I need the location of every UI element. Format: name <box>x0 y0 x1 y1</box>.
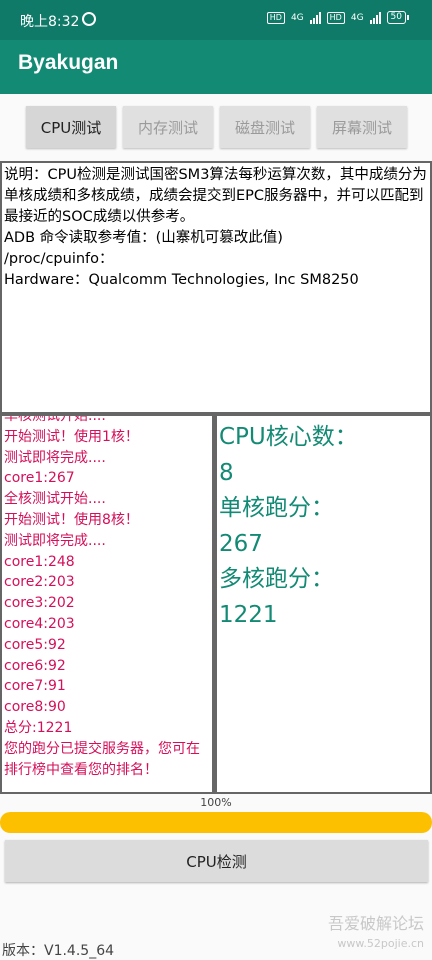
log-line: core4:203 <box>4 615 75 632</box>
log-line: core1:248 <box>4 553 75 570</box>
cpuinfo-path: /proc/cpuinfo： <box>4 251 114 267</box>
hd-icon: HD <box>326 11 345 24</box>
multi-core-score: 1221 <box>219 601 278 628</box>
progress-percent: 100% <box>200 796 232 809</box>
tab-disk-test[interactable]: 磁盘测试 <box>220 106 310 148</box>
watermark-url: www.52pojie.cn <box>337 937 424 950</box>
status-bar: 晚上8:32 HD 4G HD 4G 50 <box>0 0 432 40</box>
multi-core-label: 多核跑分： <box>219 566 334 592</box>
network-type-label: 4G <box>290 12 304 23</box>
log-line: 总分:1221 <box>4 719 73 736</box>
log-line: 全核测试开始.... <box>4 491 106 508</box>
progress-bar <box>0 812 432 833</box>
log-line: core3:202 <box>4 595 75 612</box>
log-line: core1:267 <box>4 470 75 487</box>
signal-icon <box>369 11 381 24</box>
cpu-cores-value: 8 <box>219 459 234 486</box>
log-line: 单核测试开始.... <box>4 414 106 424</box>
test-tabs: CPU测试 内存测试 磁盘测试 屏幕测试 <box>0 106 432 148</box>
app-bar: Byakugan <box>0 40 432 94</box>
log-line: 测试即将完成.... <box>4 532 106 549</box>
log-line: core2:203 <box>4 574 75 591</box>
status-icons: HD 4G HD 4G 50 <box>266 11 410 24</box>
log-line: 您的跑分已提交服务器，您可在排行榜中查看您的排名！ <box>4 740 200 778</box>
adb-hint: ADB 命令读取参考值：(山寨机可篡改此值) <box>4 230 283 246</box>
alarm-icon <box>82 12 96 26</box>
log-lines: 单核测试开始.... 开始测试！使用1核！ 测试即将完成.... core1:2… <box>4 414 212 780</box>
hardware-info: Hardware：Qualcomm Technologies, Inc SM82… <box>4 272 359 288</box>
info-panel: 说明：CPU检测是测试国密SM3算法每秒运算次数，其中成绩分为单核成绩和多核成绩… <box>0 161 432 414</box>
signal-icon <box>309 11 321 24</box>
hd-icon: HD <box>266 11 285 24</box>
tab-cpu-test[interactable]: CPU测试 <box>26 106 116 148</box>
progress-fill <box>0 812 432 833</box>
single-core-label: 单核跑分： <box>219 495 334 521</box>
watermark: 吾爱破解论坛 www.52pojie.cn <box>328 914 424 954</box>
log-line: 开始测试！使用8核！ <box>4 511 139 528</box>
status-time: 晚上8:32 <box>20 14 80 30</box>
log-line: core5:92 <box>4 636 66 653</box>
log-line: 开始测试！使用1核！ <box>4 428 139 445</box>
cpu-test-button[interactable]: CPU检测 <box>5 840 428 882</box>
log-line: core6:92 <box>4 657 66 674</box>
results-panel: CPU核心数： 8 单核跑分： 267 多核跑分： 1221 <box>215 414 432 794</box>
battery-icon: 50 <box>386 11 410 24</box>
app-title: Byakugan <box>18 51 119 74</box>
version-label: 版本：V1.4.5_64 <box>2 943 115 959</box>
cpu-cores-label: CPU核心数： <box>219 424 358 450</box>
log-line: core7:91 <box>4 678 66 695</box>
log-line: 测试即将完成.... <box>4 449 106 466</box>
log-line: core8:90 <box>4 699 66 716</box>
log-panel[interactable]: 单核测试开始.... 开始测试！使用1核！ 测试即将完成.... core1:2… <box>0 414 215 794</box>
single-core-score: 267 <box>219 530 263 557</box>
info-description: 说明：CPU检测是测试国密SM3算法每秒运算次数，其中成绩分为单核成绩和多核成绩… <box>4 167 427 225</box>
network-type-label: 4G <box>350 12 364 23</box>
tab-memory-test[interactable]: 内存测试 <box>123 106 213 148</box>
watermark-title: 吾爱破解论坛 <box>327 914 424 933</box>
tab-screen-test[interactable]: 屏幕测试 <box>317 106 407 148</box>
